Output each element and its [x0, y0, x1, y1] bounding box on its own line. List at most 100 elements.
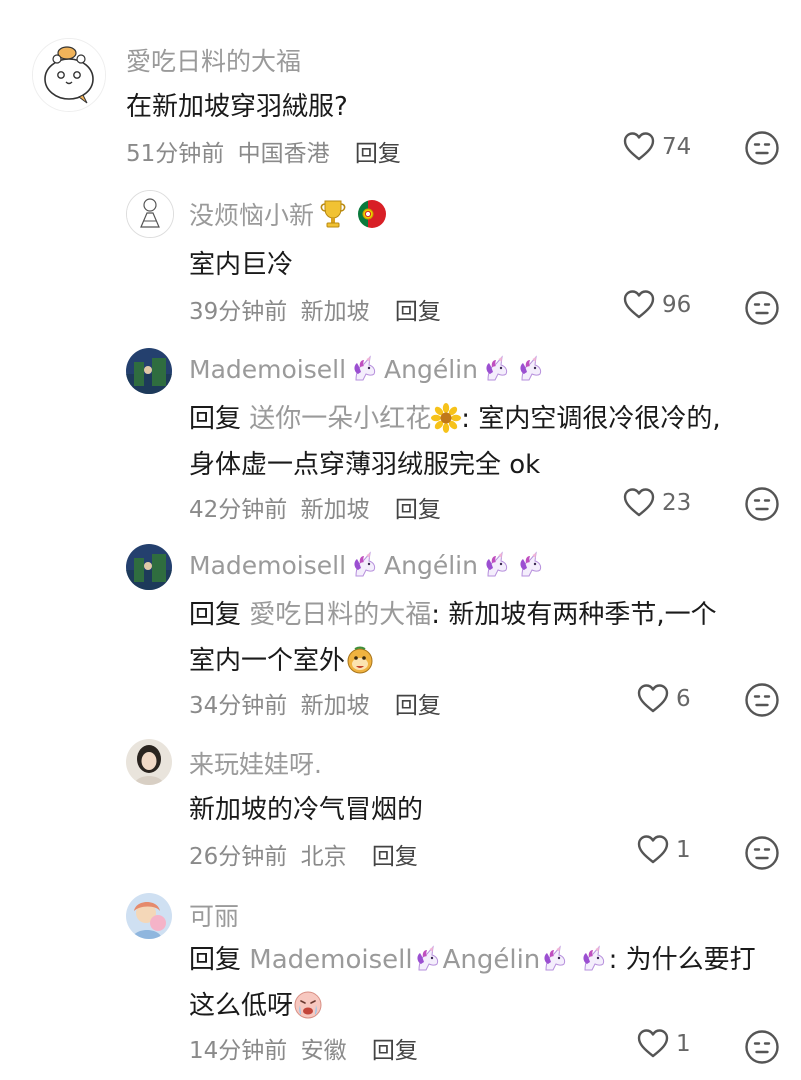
location: 安徽 — [300, 1038, 347, 1064]
username-row[interactable]: Mademoisell Angélin — [189, 354, 546, 384]
like-button[interactable]: 23 — [622, 486, 691, 520]
location: 新加坡 — [300, 497, 370, 523]
meh-face-icon[interactable] — [744, 1029, 780, 1065]
username-part: Angélin — [384, 354, 478, 384]
reply-target[interactable]: 送你一朵小红花 — [249, 404, 431, 434]
like-count: 74 — [662, 134, 692, 160]
timestamp: 39分钟前 — [189, 299, 288, 325]
username[interactable]: 来玩娃娃呀. — [189, 745, 322, 781]
unicorn-icon — [413, 944, 443, 974]
comment-text: 回复 送你一朵小红花 : 室内空调很冷很冷的, 身体虚一点穿薄羽绒服完全 ok — [189, 396, 779, 488]
avatar[interactable] — [126, 893, 172, 939]
like-count: 6 — [676, 686, 691, 712]
timestamp: 42分钟前 — [189, 497, 288, 523]
comment-meta: 42分钟前 新加坡 回复 — [189, 490, 441, 524]
comment-body: : 室内空调很冷很冷的, — [461, 404, 721, 434]
hamster-avatar-icon — [33, 39, 105, 111]
heart-outline-icon — [636, 1027, 670, 1061]
like-button[interactable]: 96 — [622, 288, 691, 322]
photo-avatar-icon — [126, 544, 172, 590]
comment-body-line2: 身体虚一点穿薄羽绒服完全 ok — [189, 450, 541, 480]
portugal-flag-icon — [358, 200, 387, 228]
username-row: 没烦恼小新 — [189, 196, 392, 232]
unicorn-icon — [540, 944, 570, 974]
crying-face-icon — [294, 991, 322, 1019]
comment-text: 在新加坡穿羽絨服? — [126, 92, 348, 122]
unicorn-icon — [350, 550, 380, 580]
reply-target-part: Angélin — [442, 945, 541, 975]
comment-meta: 14分钟前 安徽 回复 — [189, 1031, 418, 1065]
like-button[interactable]: 1 — [636, 833, 691, 867]
meh-face-icon[interactable] — [744, 835, 780, 871]
reply-target[interactable]: 愛吃日料的大福 — [249, 600, 431, 630]
like-count: 1 — [676, 1031, 691, 1057]
username[interactable]: 没烦恼小新 — [189, 196, 314, 232]
reply-button[interactable]: 回复 — [372, 1038, 418, 1064]
location: 新加坡 — [300, 693, 370, 719]
reply-button[interactable]: 回复 — [395, 693, 441, 719]
reply-target[interactable]: Mademoisell Angélin — [249, 945, 608, 975]
comment-body: : 为什么要打 — [608, 945, 756, 975]
username[interactable]: 愛吃日料的大福 — [126, 42, 301, 78]
meh-face-icon[interactable] — [744, 486, 780, 522]
heart-outline-icon — [622, 288, 656, 322]
comment-body-line2: 这么低呀 — [189, 991, 294, 1021]
like-button[interactable]: 6 — [636, 682, 691, 716]
location: 北京 — [300, 844, 347, 870]
username-row[interactable]: Mademoisell Angélin — [189, 550, 546, 580]
sketch-avatar-icon — [127, 191, 173, 237]
unicorn-icon — [482, 550, 512, 580]
unicorn-icon — [350, 354, 380, 384]
timestamp: 51分钟前 — [126, 141, 225, 167]
heart-outline-icon — [636, 682, 670, 716]
location: 中国香港 — [237, 141, 330, 167]
timestamp: 14分钟前 — [189, 1038, 288, 1064]
timestamp: 34分钟前 — [189, 693, 288, 719]
username-part: Angélin — [384, 550, 478, 580]
comment-text: 回复 愛吃日料的大福: 新加坡有两种季节,一个 室内一个室外 — [189, 592, 779, 684]
meh-face-icon[interactable] — [744, 130, 780, 166]
avatar[interactable] — [32, 38, 106, 112]
comment-text: 室内巨冷 — [189, 250, 294, 280]
reply-button[interactable]: 回复 — [395, 497, 441, 523]
avatar[interactable] — [126, 544, 172, 590]
username[interactable]: 可丽 — [189, 897, 239, 933]
comment-text: 新加坡的冷气冒烟的 — [189, 795, 424, 825]
reply-prefix: 回复 — [189, 945, 242, 975]
comment-meta: 34分钟前 新加坡 回复 — [189, 686, 441, 720]
unicorn-icon — [516, 354, 546, 384]
reply-button[interactable]: 回复 — [372, 844, 418, 870]
username-part: Mademoisell — [189, 354, 347, 384]
comment-body-line2: 室内一个室外 — [189, 646, 346, 676]
meh-face-icon[interactable] — [744, 290, 780, 326]
illustrated-avatar-icon — [126, 893, 172, 939]
reply-target-part: Mademoisell — [249, 945, 413, 975]
timestamp: 26分钟前 — [189, 844, 288, 870]
heart-outline-icon — [622, 486, 656, 520]
reply-prefix: 回复 — [189, 600, 242, 630]
reply-button[interactable]: 回复 — [395, 299, 441, 325]
comment-meta: 51分钟前 中国香港 回复 — [126, 134, 401, 168]
avatar[interactable] — [126, 739, 172, 785]
like-count: 23 — [662, 490, 692, 516]
reply-button[interactable]: 回复 — [355, 141, 401, 167]
unicorn-icon — [579, 944, 609, 974]
meh-face-icon[interactable] — [744, 682, 780, 718]
like-button[interactable]: 74 — [622, 130, 691, 164]
location: 新加坡 — [300, 299, 370, 325]
comment-meta: 39分钟前 新加坡 回复 — [189, 292, 441, 326]
unicorn-icon — [482, 354, 512, 384]
trophy-badge-icon — [320, 200, 346, 228]
like-button[interactable]: 1 — [636, 1027, 691, 1061]
monkey-face-icon — [347, 646, 373, 674]
reply-prefix: 回复 — [189, 404, 242, 434]
comment-meta: 26分钟前 北京 回复 — [189, 837, 418, 871]
avatar[interactable] — [126, 190, 174, 238]
username-part: Mademoisell — [189, 550, 347, 580]
sunflower-icon — [431, 403, 462, 433]
like-count: 1 — [676, 837, 691, 863]
avatar[interactable] — [126, 348, 172, 394]
heart-outline-icon — [636, 833, 670, 867]
comment-body: : 新加坡有两种季节,一个 — [431, 600, 717, 630]
heart-outline-icon — [622, 130, 656, 164]
